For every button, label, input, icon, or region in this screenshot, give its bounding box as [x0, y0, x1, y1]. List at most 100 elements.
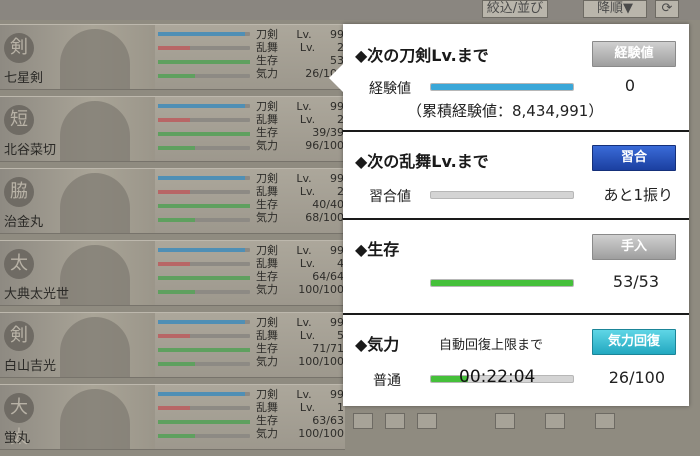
list-item[interactable]: 短北谷菜切 刀剣 Lv. 99 乱舞 Lv. 2 生存 39/39 気力 96/100	[0, 96, 345, 162]
recovery-timer: 00:22:04	[459, 367, 536, 387]
morale-recovery-button[interactable]: 気力回復	[592, 329, 676, 355]
stat-label: 生存	[256, 198, 278, 211]
sword-portrait: 脇治金丸	[0, 169, 155, 233]
sword-portrait: 短北谷菜切	[0, 97, 155, 161]
stat-label: 気力	[256, 211, 278, 224]
status-popup: ◆次の刀剣Lv.まで 経験値 経験値 0 （累積経験値：8,434,991） ◆…	[329, 24, 689, 406]
exp-value: 0	[624, 76, 635, 95]
stat-value: 99	[330, 388, 344, 401]
exp-bar-fill	[431, 84, 573, 90]
lv-label: Lv.	[299, 185, 316, 198]
stat-label: 生存	[256, 342, 278, 355]
stat-bar	[158, 420, 250, 424]
stat-value: 100/100	[298, 427, 344, 440]
stat-value: 71/71	[312, 342, 344, 355]
fusion-button[interactable]: 習合	[592, 145, 676, 171]
stat-bar	[158, 362, 250, 366]
stat-bar	[158, 434, 250, 438]
stat-bar	[158, 74, 250, 78]
stat-label: 刀剣	[256, 388, 278, 401]
list-item[interactable]: 脇治金丸 刀剣 Lv. 99 乱舞 Lv. 2 生存 40/40 気力 68/100	[0, 168, 345, 234]
stat-bars	[158, 392, 250, 448]
lv-label: Lv.	[296, 316, 312, 329]
lv-label: Lv.	[299, 257, 316, 270]
stat-value: 99	[330, 172, 344, 185]
stat-label: 気力	[256, 427, 278, 440]
fusion-value: あと1振り	[603, 186, 673, 204]
stat-value: 39/39	[312, 126, 344, 139]
stat-label: 生存	[256, 414, 278, 427]
sword-name: 治金丸	[4, 215, 44, 230]
lv-label: Lv.	[299, 401, 316, 414]
list-item[interactable]: 剣白山吉光 刀剣 Lv. 99 乱舞 Lv. 5 生存 71/71 気力 100/100	[0, 312, 345, 378]
divider	[343, 130, 689, 132]
repair-button[interactable]: 手入	[592, 234, 676, 260]
cumulative-exp: （累積経験値：8,434,991）	[407, 102, 604, 120]
stat-values: 刀剣 Lv. 99 乱舞 Lv. 4 生存 64/64 気力 100/100	[256, 244, 344, 296]
sword-portrait: 大太 蛍丸	[0, 385, 155, 449]
sword-name: 七星剣	[4, 71, 44, 86]
lv-label: Lv.	[299, 113, 316, 126]
popup-pointer	[329, 64, 343, 92]
exp-title: ◆次の刀剣Lv.まで	[355, 46, 489, 65]
sword-list: 剣七星剣 刀剣 Lv. 99 乱舞 Lv. 2 生存 53 気力 26/100 短北谷菜切 刀剣 Lv. 9…	[0, 24, 345, 456]
stat-values: 刀剣 Lv. 99 乱舞 Lv. 2 生存 40/40 気力 68/100	[256, 172, 344, 224]
sword-type-icon: 剣	[4, 321, 34, 351]
sword-type-icon: 短	[4, 105, 34, 135]
lv-label: Lv.	[299, 41, 316, 54]
stat-label: 刀剣	[256, 28, 278, 41]
lv-label: Lv.	[296, 388, 312, 401]
sword-type-icon: 脇	[4, 177, 34, 207]
stat-label: 乱舞	[256, 257, 278, 270]
stat-value: 100/100	[298, 283, 344, 296]
stat-value: 99	[330, 244, 344, 257]
stat-value: 40/40	[312, 198, 344, 211]
stat-label: 生存	[256, 54, 278, 67]
stat-bar	[158, 204, 250, 208]
stat-value: 99	[330, 100, 344, 113]
stat-bar	[158, 276, 250, 280]
filter-sort-button[interactable]: 絞込/並び	[482, 0, 548, 18]
stat-value: 68/100	[305, 211, 344, 224]
exp-bar	[430, 83, 574, 91]
auto-recovery-label: 自動回復上限まで	[439, 338, 544, 353]
sword-portrait: 剣白山吉光	[0, 313, 155, 377]
stat-bar	[158, 176, 250, 180]
stat-value: 99	[330, 316, 344, 329]
stat-bars	[158, 32, 250, 88]
sword-type-icon: 大太	[4, 393, 34, 448]
stat-label: 乱舞	[256, 329, 278, 342]
morale-value: 26/100	[608, 368, 665, 387]
exp-button[interactable]: 経験値	[592, 41, 676, 67]
divider	[343, 218, 689, 220]
stat-bar	[158, 320, 250, 324]
sort-order-button[interactable]: 降順▼	[583, 0, 647, 18]
stat-bar	[158, 46, 250, 50]
stat-label: 気力	[256, 139, 278, 152]
stat-label: 気力	[256, 355, 278, 368]
stat-label: 刀剣	[256, 172, 278, 185]
list-item[interactable]: 剣七星剣 刀剣 Lv. 99 乱舞 Lv. 2 生存 53 気力 26/100	[0, 24, 345, 90]
stat-bar	[158, 190, 250, 194]
list-item[interactable]: 太大典太光世 刀剣 Lv. 99 乱舞 Lv. 4 生存 64/64 気力 100/100	[0, 240, 345, 306]
morale-status-label: 普通	[373, 373, 401, 389]
refresh-icon[interactable]: ⟳	[655, 0, 679, 18]
stat-bar	[158, 290, 250, 294]
stat-label: 乱舞	[256, 113, 278, 126]
lv-label: Lv.	[296, 28, 312, 41]
stat-value: 100/100	[298, 355, 344, 368]
stat-values: 刀剣 Lv. 99 乱舞 Lv. 2 生存 39/39 気力 96/100	[256, 100, 344, 152]
stat-bars	[158, 104, 250, 160]
stat-bar	[158, 218, 250, 222]
stat-bar	[158, 348, 250, 352]
fusion-label: 習合値	[369, 189, 411, 205]
sword-portrait: 剣七星剣	[0, 25, 155, 89]
divider	[343, 313, 689, 315]
list-item[interactable]: 大太 蛍丸 刀剣 Lv. 99 乱舞 Lv. 1 生存 63/63 気力 100/100	[0, 384, 345, 450]
survival-title: ◆生存	[355, 240, 400, 259]
stat-bar	[158, 406, 250, 410]
sword-name: 北谷菜切	[4, 143, 57, 158]
stat-bar	[158, 146, 250, 150]
bottom-fragment	[345, 405, 700, 445]
stat-bar	[158, 392, 250, 396]
